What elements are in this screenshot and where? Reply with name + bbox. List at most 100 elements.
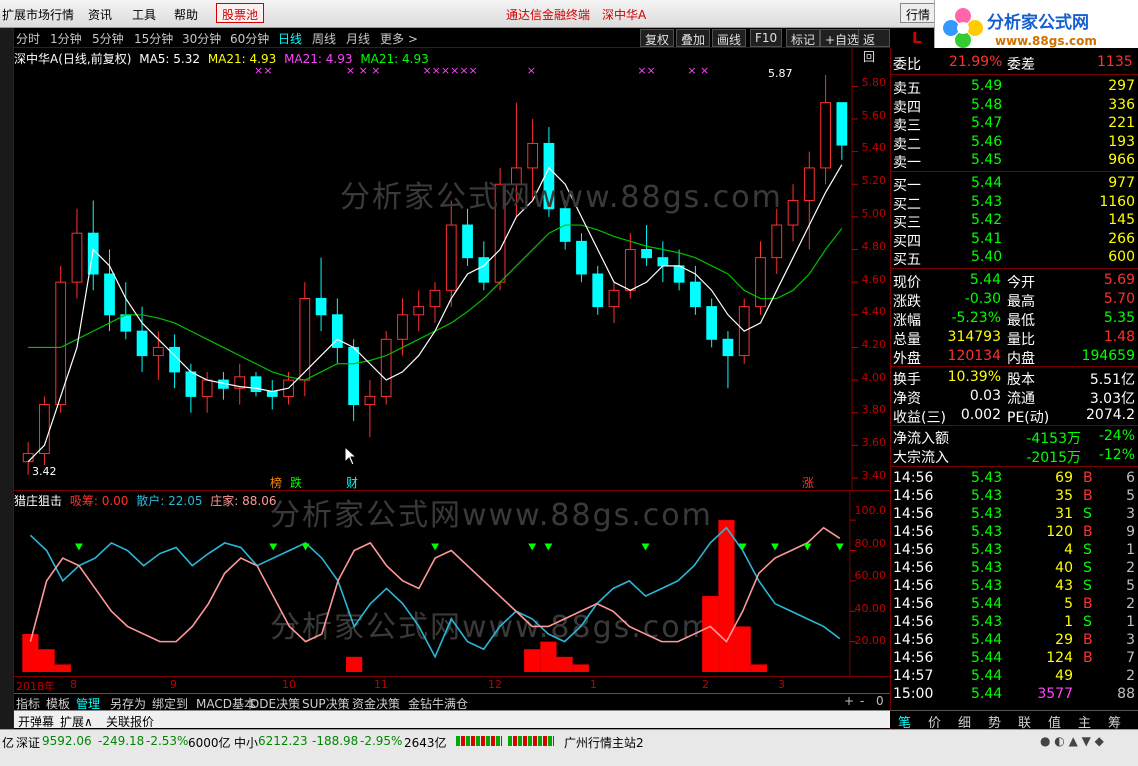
f10-button[interactable]: F10 [750,29,783,47]
candle[interactable] [803,167,815,202]
candle[interactable] [690,281,701,308]
tick-row[interactable]: 14:56 5.43 43 S 5 [891,578,1138,597]
candle[interactable] [348,346,360,406]
period-tab-15min[interactable]: 15分钟 [134,30,173,47]
menu-help[interactable]: 帮助 [174,6,198,23]
tab-expand[interactable]: 扩展∧ [60,713,93,730]
tick-row[interactable]: 14:56 5.43 4 S 1 [891,542,1138,561]
badge-finance[interactable]: 财 [346,474,358,491]
bid-row[interactable]: 买五 5.40 600 [891,249,1138,268]
sub-y-label: 60.00 [854,569,887,582]
candle[interactable] [429,289,441,308]
candle[interactable] [722,338,734,357]
candle[interactable] [755,257,766,308]
period-tab-5min[interactable]: 5分钟 [92,30,124,47]
tick-row[interactable]: 14:56 5.43 69 B 6 [891,470,1138,489]
adjust-button[interactable]: 复权 [640,29,675,47]
tick-row[interactable]: 14:56 5.43 31 S 3 [891,506,1138,525]
tick-row[interactable]: 14:57 5.44 49 2 [891,668,1138,687]
candle[interactable] [478,257,490,283]
candle[interactable] [201,379,213,397]
period-tab-1min[interactable]: 1分钟 [50,30,82,47]
candle[interactable] [510,167,522,185]
candle[interactable] [706,306,718,340]
candle[interactable] [820,102,831,169]
candlestick-chart[interactable] [14,48,890,490]
indicator-chart[interactable] [14,490,890,676]
candle[interactable] [608,289,620,308]
menu-news[interactable]: 资讯 [88,6,112,23]
candle[interactable] [445,224,457,291]
ask-row[interactable]: 卖五 5.49 297 [891,78,1138,97]
status-tray-icons[interactable]: ● ◐ ▲ ▼ ◆ [1040,734,1104,748]
draw-button[interactable]: 画线 [712,29,747,47]
tick-row[interactable]: 14:56 5.44 29 B 3 [891,632,1138,651]
bid-row[interactable]: 买四 5.41 266 [891,231,1138,250]
candle[interactable] [624,249,636,291]
tick-row[interactable]: 14:56 5.43 1 S 1 [891,614,1138,633]
menu-tools[interactable]: 工具 [132,6,156,23]
candle[interactable] [592,273,604,308]
tab-related-quote[interactable]: 关联报价 [106,713,154,730]
ask-row[interactable]: 卖一 5.45 966 [891,152,1138,171]
zx-index-label[interactable]: 中小 [234,734,258,751]
candle[interactable] [787,200,799,226]
tick-volume: 4 [1064,542,1073,558]
candle[interactable] [71,232,83,283]
candle[interactable] [673,265,685,283]
ask-row[interactable]: 卖四 5.48 336 [891,97,1138,116]
candle[interactable] [185,371,197,397]
candle[interactable] [413,306,425,316]
quote-button[interactable]: 行情 [900,3,937,23]
candle[interactable] [104,273,115,316]
candle[interactable] [771,224,783,259]
candle[interactable] [641,249,652,259]
tick-row[interactable]: 14:56 5.43 35 B 5 [891,488,1138,507]
candle[interactable] [836,102,848,146]
tick-row[interactable]: 14:56 5.43 40 S 2 [891,560,1138,579]
zoom-reset-button[interactable]: 0 [876,694,884,708]
menu-ext-market[interactable]: 扩展市场行情 [2,6,74,23]
sz-index-label[interactable]: 深证 [16,734,40,751]
tab-danmaku[interactable]: 开弹幕 [18,713,54,730]
period-tab-weekly[interactable]: 周线 [312,30,336,47]
period-tab-60min[interactable]: 60分钟 [230,30,269,47]
candle[interactable] [397,314,408,340]
candle[interactable] [364,395,376,406]
period-tab-daily[interactable]: 日线 [278,30,302,47]
period-tab-30min[interactable]: 30分钟 [182,30,221,47]
badge-rise[interactable]: 涨 [802,474,814,491]
badge-rank[interactable]: 榜 [270,474,282,491]
candle[interactable] [152,346,164,357]
bid-row[interactable]: 买二 5.43 1160 [891,194,1138,213]
candle[interactable] [380,338,392,397]
candle[interactable] [266,391,278,397]
ask-row[interactable]: 卖二 5.46 193 [891,134,1138,153]
period-tab-monthly[interactable]: 月线 [346,30,370,47]
bid-row[interactable]: 买三 5.42 145 [891,212,1138,231]
period-tab-more[interactable]: 更多 > [380,30,418,47]
zoom-in-button[interactable]: + [844,694,854,708]
tick-row[interactable]: 14:56 5.43 120 B 9 [891,524,1138,543]
ask-row[interactable]: 卖三 5.47 221 [891,115,1138,134]
stock-pool-button[interactable]: 股票池 [216,3,265,23]
tick-row[interactable]: 14:56 5.44 5 B 2 [891,596,1138,615]
candle[interactable] [315,297,327,316]
server-name[interactable]: 广州行情主站2 [564,734,644,751]
badge-fall[interactable]: 跌 [290,474,302,491]
candle[interactable] [576,240,587,275]
zoom-out-button[interactable]: - [860,694,864,708]
candle[interactable] [494,183,506,283]
tick-row[interactable]: 14:56 5.44 124 B 7 [891,650,1138,669]
candle[interactable] [462,224,473,259]
candle[interactable] [136,330,148,357]
candle[interactable] [120,314,132,332]
period-tab-timeshare[interactable]: 分时 [16,30,40,47]
candle[interactable] [527,142,539,169]
back-button[interactable]: 返回 [858,29,890,64]
bid-row[interactable]: 买一 5.44 977 [891,175,1138,194]
overlay-button[interactable]: 叠加 [676,29,711,47]
candle[interactable] [657,257,669,267]
tick-row[interactable]: 15:00 5.44 3577 88 [891,686,1138,705]
mark-button[interactable]: 标记 [786,29,821,47]
